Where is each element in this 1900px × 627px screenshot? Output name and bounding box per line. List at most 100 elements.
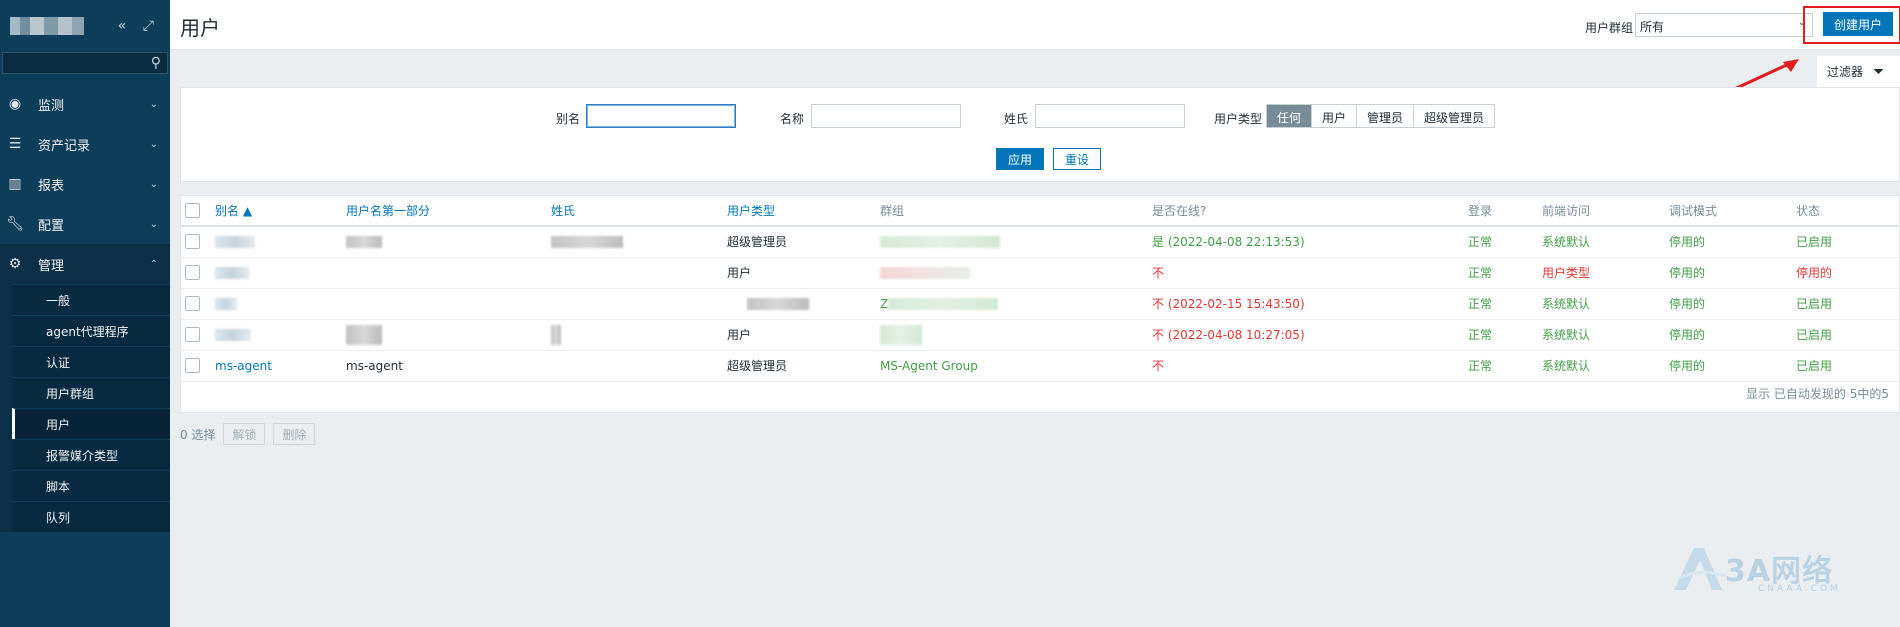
user-alias-link[interactable]: ms-agent [215, 350, 346, 382]
unlock-button[interactable]: 解锁 [223, 423, 266, 445]
surname-label: 姓氏 [1004, 112, 1029, 126]
user-type: 超级管理员 [727, 350, 880, 382]
submenu-item-authentication[interactable]: 认证 [12, 346, 170, 377]
table-footer-count: 显示 已自动发现的 5中的5 [1746, 387, 1889, 401]
watermark-icon [1674, 548, 1727, 590]
filter-tab-label: 过滤器 [1827, 65, 1864, 79]
users-table: 别名 ▲ 用户名第一部分 姓氏 用户类型 群组 是否在线? 登录 前端访问 调试… [180, 195, 1900, 413]
apply-button[interactable]: 应用 [996, 148, 1044, 170]
redacted-surname [551, 236, 623, 249]
main-content: 用户 用户群组 所有 ⌄ 创建用户 过滤器 ⏷ 别名 名称 姓氏 用户类型 任何… [170, 0, 1900, 627]
table-row: 用户 不 正常 用户类型 停用的 停用的 [181, 257, 1899, 289]
menu-item-administration[interactable]: ⚙ 管理 ⌃ [0, 244, 170, 284]
wrench-icon: 🔧︎ [6, 216, 24, 232]
bulk-actions-bar: 0 选择 解锁 删除 [180, 423, 316, 445]
group-link[interactable]: MS-Agent Group [880, 350, 1152, 382]
debug-mode: 停用的 [1669, 350, 1796, 382]
row-checkbox[interactable] [185, 296, 200, 311]
menu-item-configuration[interactable]: 🔧︎ 配置 ⌄ [0, 204, 170, 244]
search-icon[interactable]: ⚲ [151, 55, 161, 71]
row-checkbox[interactable] [185, 234, 200, 250]
row-checkbox[interactable] [185, 265, 200, 280]
menu-item-reports[interactable]: ▥ 报表 ⌄ [0, 164, 170, 204]
col-frontend: 前端访问 [1542, 196, 1669, 227]
table-row: 用户 不 (2022-04-08 10:27:05) 正常 系统默认 停用的 已… [181, 319, 1899, 351]
frontend-access: 系统默认 [1542, 226, 1669, 258]
table-row: ms-agent ms-agent 超级管理员 MS-Agent Group 不… [181, 350, 1899, 382]
redacted-alias[interactable] [215, 267, 249, 279]
frontend-access: 系统默认 [1542, 350, 1669, 382]
login-status[interactable]: 正常 [1468, 350, 1542, 382]
sidebar: « ⤢ ⚲ ◉ 监测 ⌄ ☰ 资产记录 ⌄ ▥ 报表 ⌄ 🔧︎ 配置 ⌄ ⚙ 管… [0, 0, 170, 627]
alias-input[interactable] [586, 104, 736, 128]
user-type-label: 用户类型 [1214, 112, 1263, 126]
table-row: Z 不 (2022-02-15 15:43:50) 正常 系统默认 停用的 已启… [181, 288, 1899, 320]
submenu-item-users[interactable]: 用户 [12, 408, 170, 439]
submenu-item-media-types[interactable]: 报警媒介类型 [12, 439, 170, 470]
redacted-alias[interactable] [215, 236, 255, 249]
filter-panel: 别名 名称 姓氏 用户类型 任何 用户 管理员 超级管理员 应用 重设 [180, 87, 1900, 182]
redacted-group[interactable] [880, 267, 970, 279]
user-group-label: 用户群组 [1585, 21, 1634, 35]
submenu-item-scripts[interactable]: 脚本 [12, 470, 170, 501]
surname-input[interactable] [1035, 104, 1185, 128]
login-status[interactable]: 正常 [1468, 257, 1542, 289]
login-status[interactable]: 正常 [1468, 226, 1542, 258]
filter-icon: ⏷ [1873, 63, 1885, 80]
online-status: 不 (2022-04-08 10:27:05) [1152, 319, 1468, 351]
watermark-logo: 3A网络 CNAAA.COM [1670, 540, 1880, 600]
menu-label: 监测 [38, 98, 65, 114]
row-checkbox[interactable] [185, 358, 200, 373]
col-online: 是否在线? [1152, 196, 1468, 227]
redacted-alias[interactable] [215, 329, 251, 341]
redacted-alias[interactable] [215, 298, 237, 310]
col-alias[interactable]: 别名 ▲ [215, 196, 346, 227]
col-name[interactable]: 用户名第一部分 [346, 196, 551, 227]
user-status[interactable]: 已启用 [1796, 288, 1899, 320]
col-surname[interactable]: 姓氏 [551, 196, 727, 227]
col-user-type[interactable]: 用户类型 [727, 196, 880, 227]
submenu-item-queue[interactable]: 队列 [12, 501, 170, 532]
user-type-super-admin[interactable]: 超级管理员 [1413, 105, 1495, 127]
redacted-group[interactable] [880, 324, 922, 345]
delete-button[interactable]: 删除 [273, 423, 316, 445]
frontend-access: 系统默认 [1542, 319, 1669, 351]
online-status: 是 (2022-04-08 22:13:53) [1152, 226, 1468, 258]
user-type-any[interactable]: 任何 [1267, 105, 1312, 127]
user-status[interactable]: 已启用 [1796, 226, 1899, 258]
menu-label: 管理 [38, 258, 65, 274]
redacted-name [346, 324, 382, 345]
filter-tab[interactable]: 过滤器 ⏷ [1817, 56, 1900, 87]
user-type: 用户 [727, 319, 880, 351]
user-status[interactable]: 已启用 [1796, 319, 1899, 351]
logo-row: « ⤢ [0, 0, 170, 52]
user-type-user[interactable]: 用户 [1311, 105, 1357, 127]
user-group-value: 所有 [1640, 20, 1665, 34]
menu-item-inventory[interactable]: ☰ 资产记录 ⌄ [0, 124, 170, 164]
debug-mode: 停用的 [1669, 257, 1796, 289]
redacted-group[interactable] [888, 298, 999, 310]
collapse-sidebar-icon[interactable]: « ⤢ [118, 18, 160, 34]
menu-item-monitoring[interactable]: ◉ 监测 ⌄ [0, 84, 170, 124]
row-checkbox[interactable] [185, 327, 200, 342]
submenu-item-general[interactable]: 一般 [12, 284, 170, 315]
login-status[interactable]: 正常 [1468, 288, 1542, 320]
list-icon: ☰ [8, 136, 22, 152]
sidebar-search-input[interactable]: ⚲ [2, 52, 168, 74]
col-status: 状态 [1796, 196, 1899, 227]
submenu-item-user-groups[interactable]: 用户群组 [12, 377, 170, 408]
online-status: 不 [1152, 257, 1468, 289]
user-status[interactable]: 已启用 [1796, 350, 1899, 382]
redacted-group[interactable] [880, 236, 1000, 249]
reset-button[interactable]: 重设 [1053, 148, 1101, 170]
name-input[interactable] [811, 104, 961, 128]
login-status[interactable]: 正常 [1468, 319, 1542, 351]
menu-label: 报表 [38, 178, 65, 194]
submenu-item-agent[interactable]: agent代理程序 [12, 315, 170, 346]
user-status[interactable]: 停用的 [1796, 257, 1899, 289]
select-all-checkbox[interactable] [185, 203, 200, 218]
group-link[interactable]: Z [880, 297, 888, 311]
user-type-admin[interactable]: 管理员 [1356, 105, 1414, 127]
user-group-select[interactable]: 所有 ⌄ [1635, 13, 1813, 37]
frontend-access: 用户类型 [1542, 257, 1669, 289]
